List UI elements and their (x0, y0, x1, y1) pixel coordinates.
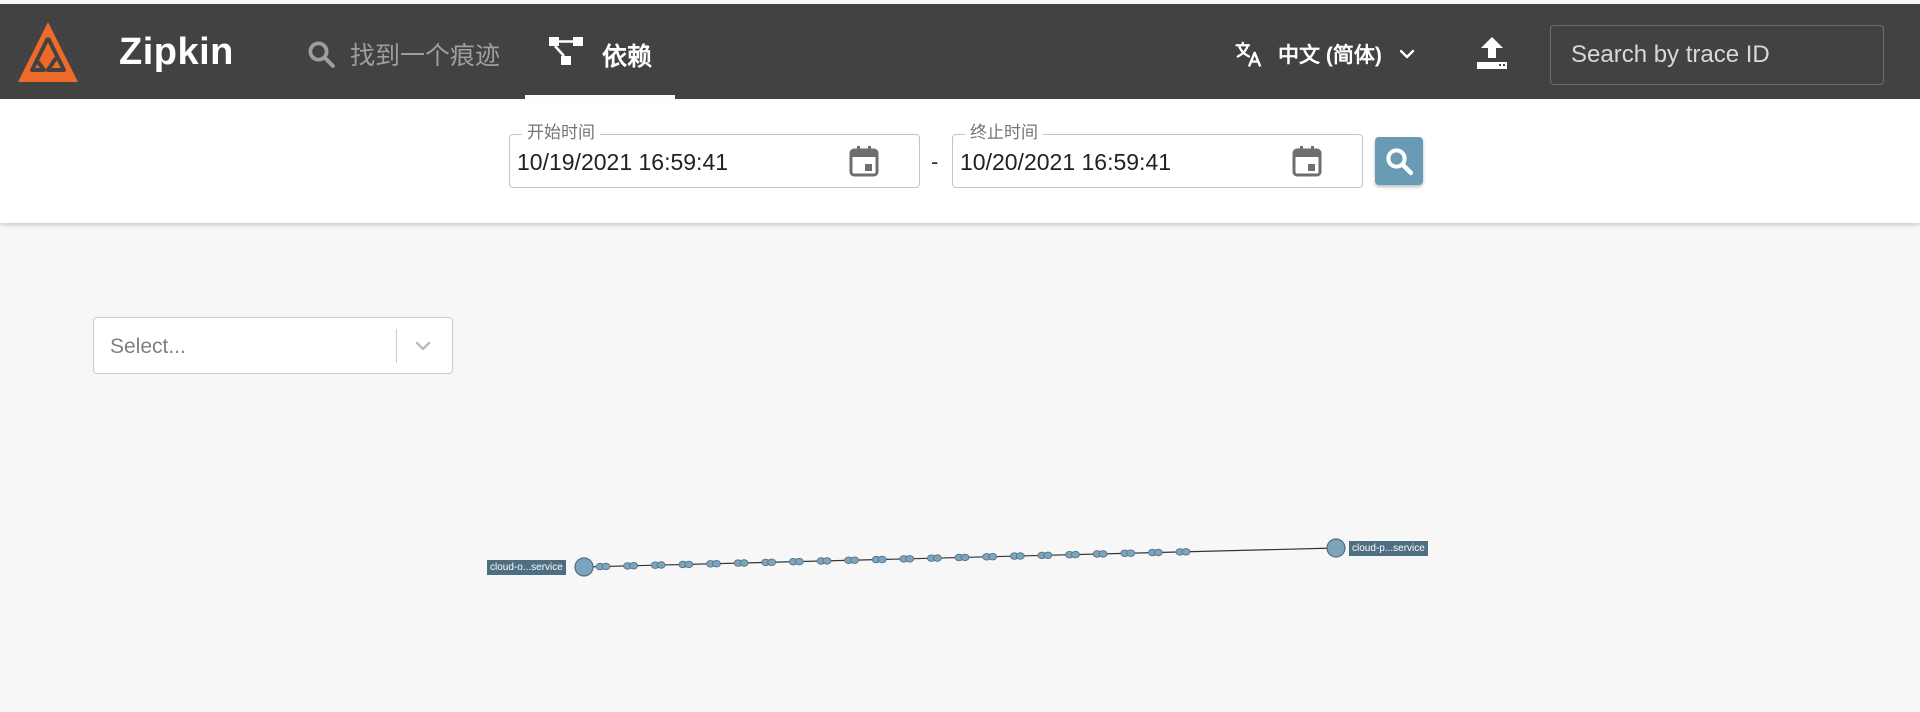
edge-dot (1154, 548, 1163, 557)
edge-dot (601, 562, 611, 571)
edge-dot (656, 561, 666, 569)
target-node[interactable] (1326, 538, 1346, 558)
source-node-label[interactable]: cloud-o...service (487, 560, 566, 575)
edge-dot (1181, 548, 1191, 556)
edge-dot (629, 562, 638, 570)
dependency-graph (574, 538, 1346, 577)
source-node[interactable] (574, 557, 594, 577)
edge-dot (822, 557, 832, 565)
edge-dot (988, 553, 998, 561)
edge-dot (1126, 549, 1136, 557)
edge-dot (1043, 551, 1053, 559)
edge-dot (794, 557, 804, 566)
edge-dot (739, 559, 749, 567)
edge-dot (767, 558, 777, 566)
edge-dot (933, 554, 942, 562)
target-node-label[interactable]: cloud-p...service (1349, 541, 1428, 556)
edge-dot (905, 555, 915, 563)
edge-dot (877, 555, 887, 564)
edge-dot (1098, 550, 1108, 558)
edge-dot (960, 553, 970, 562)
edge-dot (1015, 552, 1025, 560)
edge-dot (684, 560, 694, 569)
edge-dot (712, 560, 721, 568)
edge-dot (850, 556, 859, 564)
edge-dot (1071, 550, 1080, 559)
